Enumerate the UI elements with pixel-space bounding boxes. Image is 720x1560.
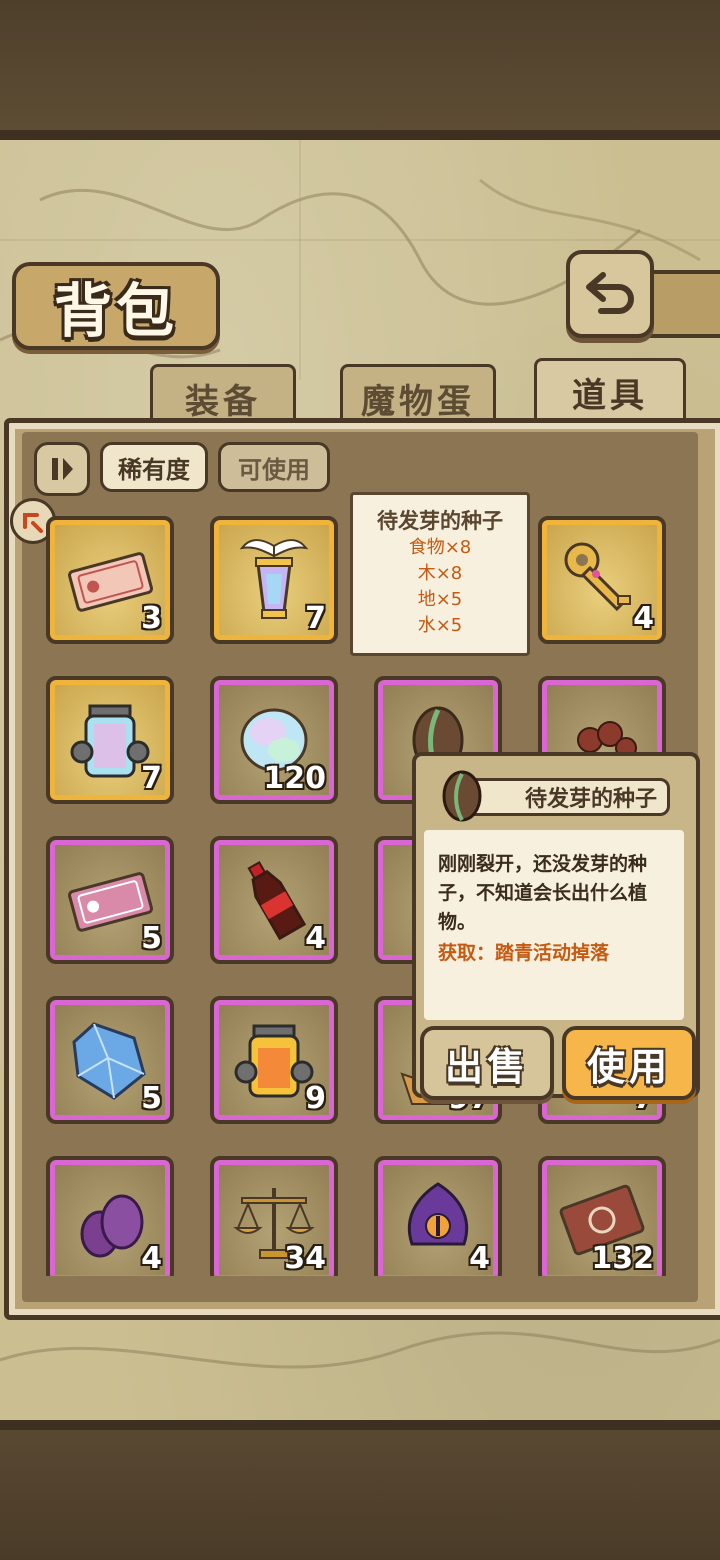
item-slot[interactable]: 4 bbox=[210, 836, 338, 964]
sell-button[interactable]: 出售 bbox=[420, 1026, 554, 1100]
sell-button-label: 出售 bbox=[444, 1044, 529, 1089]
item-slot[interactable]: 5 bbox=[46, 996, 174, 1124]
page-title: 背包 bbox=[53, 277, 178, 345]
filter-rarity-label: 稀有度 bbox=[118, 455, 190, 484]
filter-usable[interactable]: 可使用 bbox=[218, 442, 330, 492]
item-description: 刚刚裂开，还没发芽的种子，不知道会长出什么植物。 bbox=[438, 853, 648, 933]
tab-equipment-label: 装备 bbox=[185, 381, 261, 422]
tab-items-label: 道具 bbox=[572, 375, 648, 416]
item-count: 120 bbox=[263, 761, 326, 796]
item-slot[interactable]: 7 bbox=[46, 676, 174, 804]
top-border bbox=[0, 0, 720, 140]
item-count: 7 bbox=[141, 761, 162, 796]
item-slot[interactable]: 5 bbox=[46, 836, 174, 964]
use-button[interactable]: 使用 bbox=[562, 1026, 696, 1100]
recipe-line: 木×8 bbox=[417, 563, 463, 584]
recipe-tooltip: 待发芽的种子 食物×8 木×8 地×5 水×5 bbox=[350, 492, 530, 656]
back-button-rail bbox=[646, 270, 720, 338]
item-count: 5 bbox=[141, 1081, 162, 1116]
recipe-tooltip-title: 待发芽的种子 bbox=[377, 509, 503, 533]
recipe-line: 地×5 bbox=[417, 589, 463, 610]
recipe-line: 水×5 bbox=[417, 615, 463, 636]
title-plate: 背包 bbox=[12, 262, 220, 350]
item-count: 4 bbox=[305, 921, 326, 956]
item-count: 4 bbox=[633, 601, 654, 636]
item-source: 获取：踏青活动掉落 bbox=[438, 942, 610, 964]
back-arrow-icon bbox=[586, 272, 634, 314]
item-count: 4 bbox=[141, 1241, 162, 1276]
item-count: 3 bbox=[141, 601, 162, 636]
use-button-label: 使用 bbox=[586, 1044, 671, 1089]
item-detail-name: 待发芽的种子 bbox=[524, 787, 657, 812]
back-button[interactable] bbox=[566, 250, 654, 338]
item-detail-popup: 待发芽的种子 刚刚裂开，还没发芽的种子，不知道会长出什么植物。 获取：踏青活动掉… bbox=[412, 752, 700, 1100]
item-slot[interactable]: 9 bbox=[210, 996, 338, 1124]
item-slot[interactable]: 4 bbox=[374, 1156, 502, 1276]
item-count: 9 bbox=[305, 1081, 326, 1116]
item-count: 34 bbox=[284, 1241, 326, 1276]
sort-toggle-button[interactable] bbox=[34, 442, 90, 496]
filter-rarity[interactable]: 稀有度 bbox=[100, 442, 208, 492]
item-detail-body: 刚刚裂开，还没发芽的种子，不知道会长出什么植物。 获取：踏青活动掉落 bbox=[424, 830, 684, 1020]
item-count: 4 bbox=[469, 1241, 490, 1276]
item-count: 5 bbox=[141, 921, 162, 956]
item-slot[interactable]: 120 bbox=[210, 676, 338, 804]
recipe-line: 食物×8 bbox=[408, 537, 472, 558]
item-slot[interactable]: 4 bbox=[538, 516, 666, 644]
item-slot[interactable]: 34 bbox=[210, 1156, 338, 1276]
filter-usable-label: 可使用 bbox=[238, 455, 310, 484]
item-count: 7 bbox=[305, 601, 326, 636]
tab-monster-eggs-label: 魔物蛋 bbox=[361, 381, 475, 422]
seed-icon bbox=[442, 770, 482, 822]
sort-toggle-icon bbox=[52, 458, 73, 480]
item-detail-header: 待发芽的种子 bbox=[422, 764, 684, 824]
item-slot[interactable]: 132 bbox=[538, 1156, 666, 1276]
bottom-border bbox=[0, 1420, 720, 1560]
item-slot[interactable]: 7 bbox=[210, 516, 338, 644]
item-count: 132 bbox=[591, 1241, 654, 1276]
item-slot[interactable]: 3 bbox=[46, 516, 174, 644]
item-slot[interactable]: 4 bbox=[46, 1156, 174, 1276]
tab-items[interactable]: 道具 bbox=[534, 358, 686, 423]
